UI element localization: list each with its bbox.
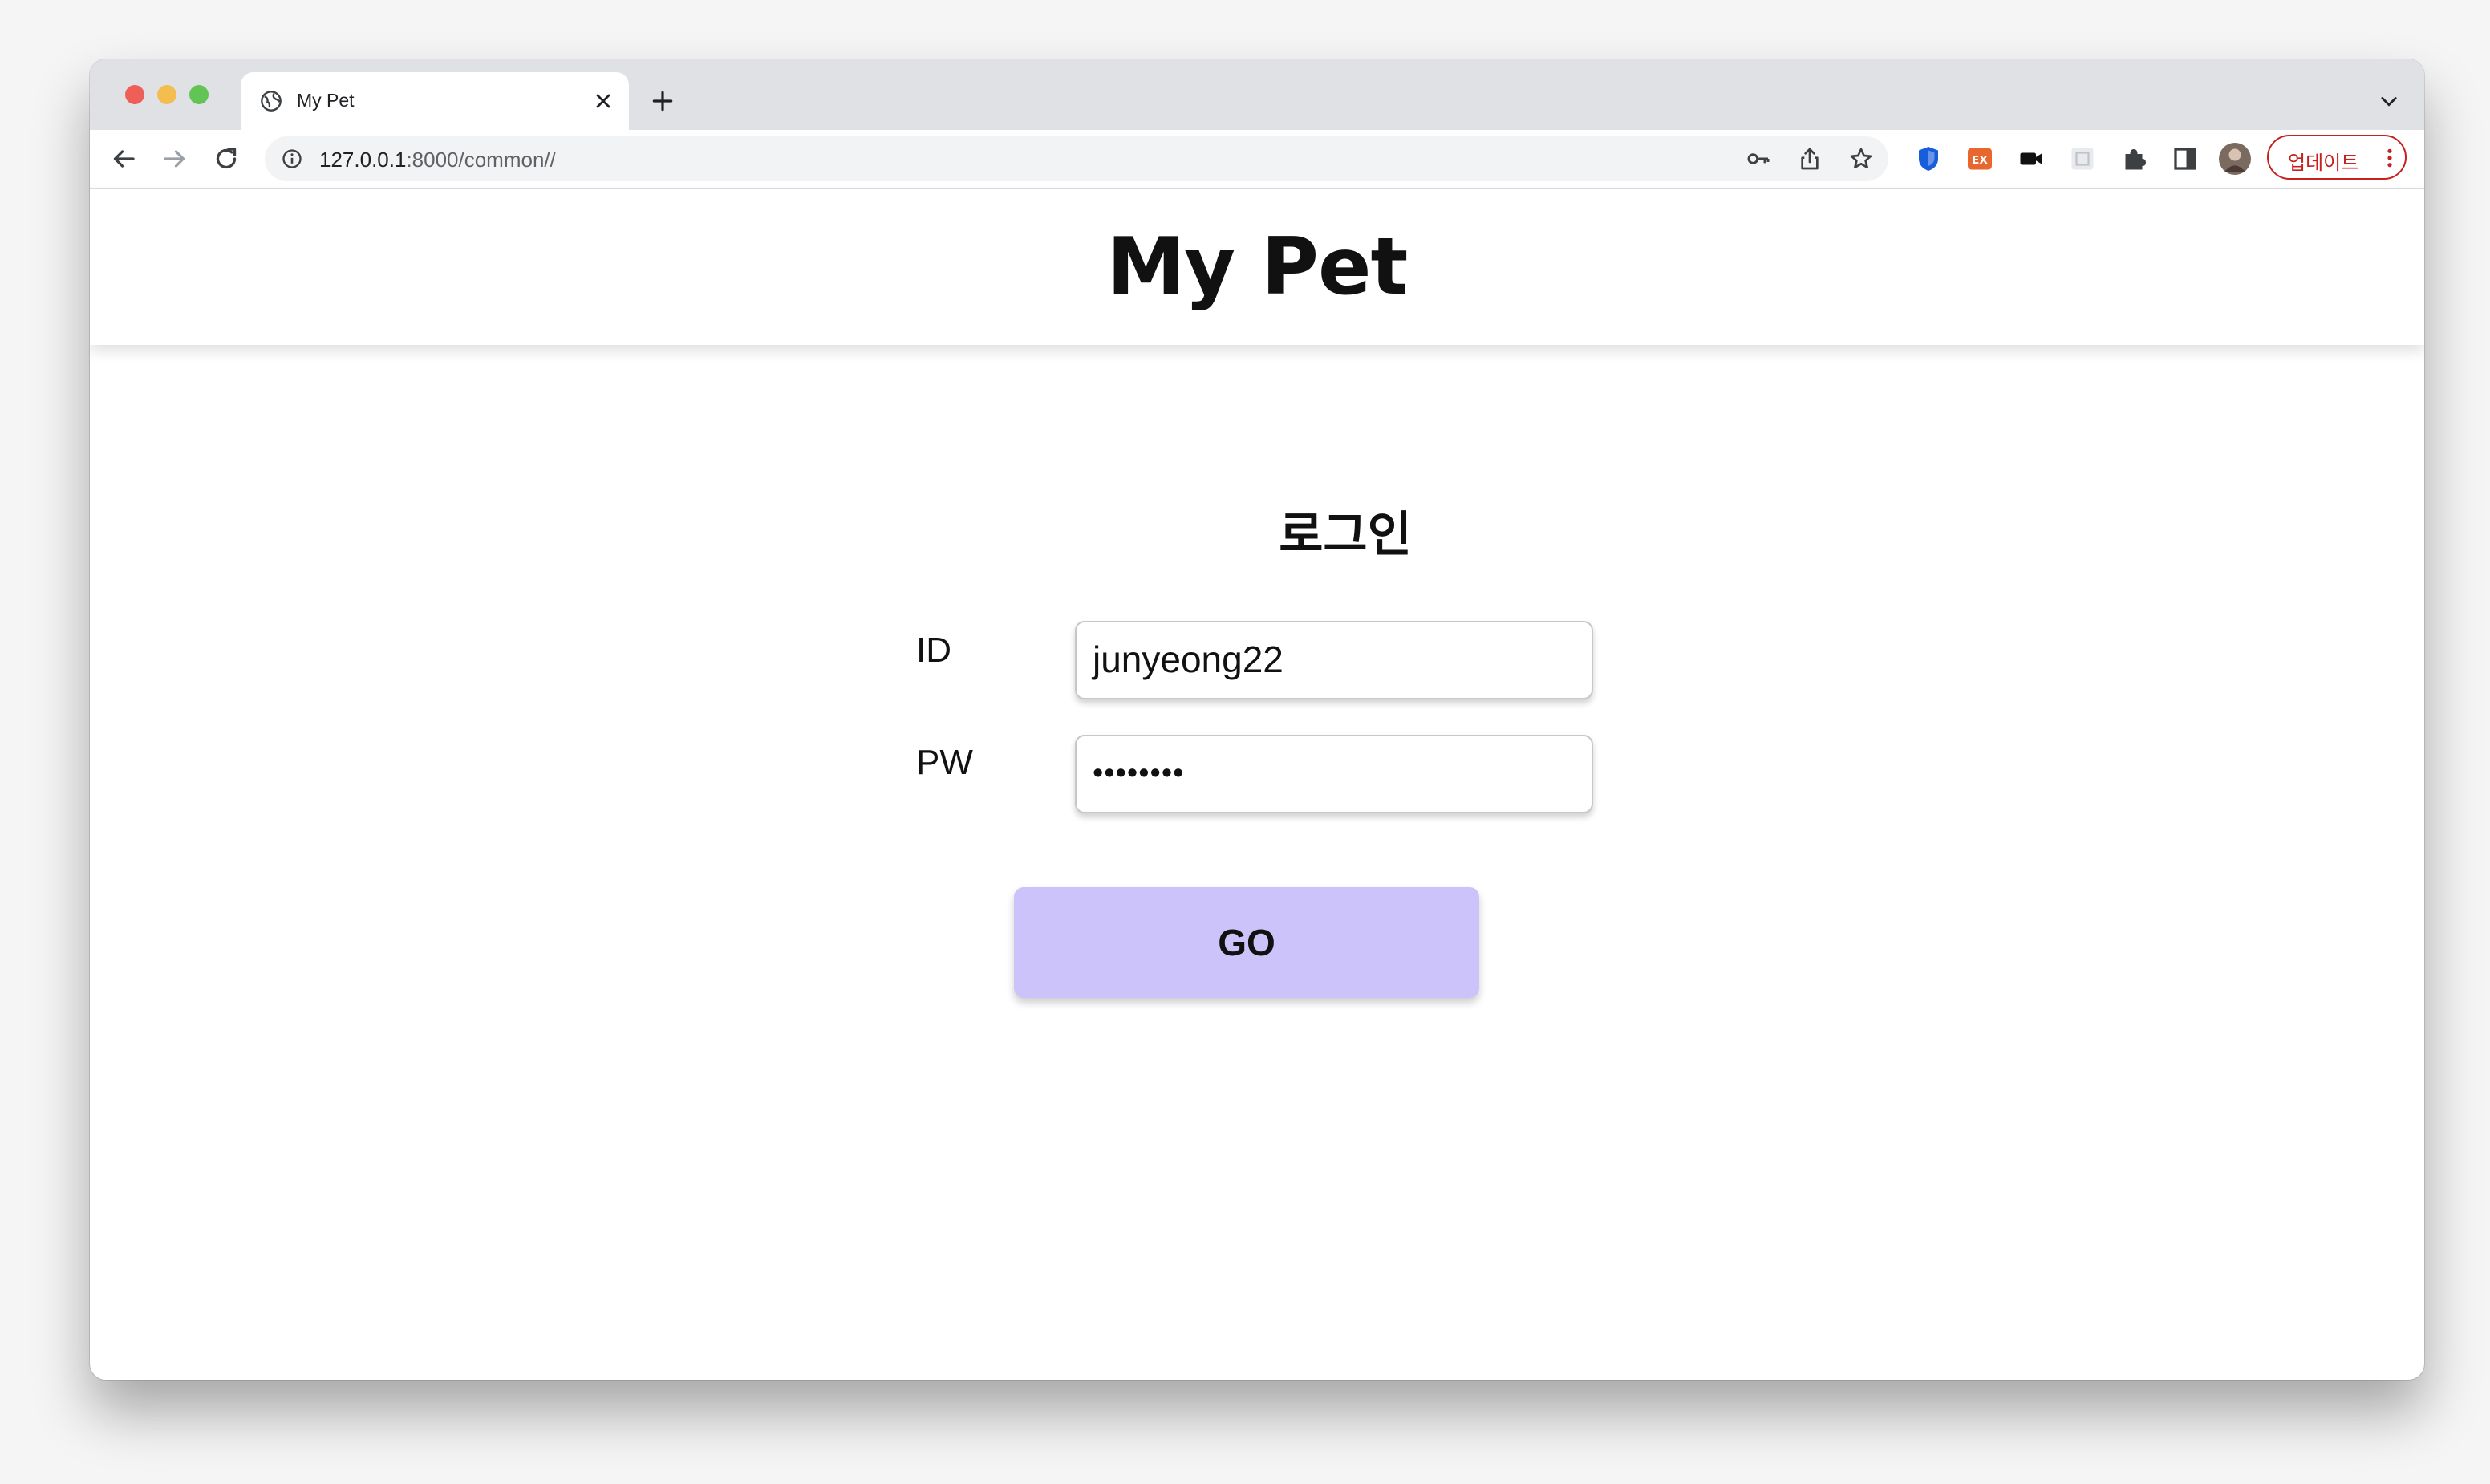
go-button[interactable]: GO — [1014, 887, 1479, 998]
grid-extension-icon[interactable] — [2068, 144, 2097, 173]
close-icon[interactable] — [592, 90, 614, 112]
login-heading: 로그인 — [1279, 507, 1412, 563]
share-icon[interactable] — [1797, 146, 1823, 172]
password-input[interactable]: •••••••• — [1075, 735, 1593, 813]
video-camera-icon[interactable] — [2017, 144, 2046, 173]
close-window-button[interactable] — [125, 85, 144, 104]
plus-icon[interactable] — [650, 88, 675, 114]
id-label: ID — [916, 630, 951, 670]
minimize-window-button[interactable] — [157, 85, 176, 104]
zoom-window-button[interactable] — [189, 85, 209, 104]
globe-icon — [261, 91, 282, 112]
tab-strip: My Pet — [90, 59, 2424, 130]
url-path: :8000/common// — [406, 148, 556, 172]
url-host: 127.0.0.1 — [319, 148, 407, 172]
id-input[interactable]: junyeong22 — [1075, 621, 1593, 699]
update-button[interactable]: 업데이트 — [2267, 135, 2407, 180]
key-icon[interactable] — [1746, 146, 1771, 172]
browser-toolbar: 127.0.0.1:8000/common// EX 업데이트 — [90, 130, 2424, 189]
url-text[interactable]: 127.0.0.1:8000/common// — [319, 148, 556, 172]
tab-title: My Pet — [297, 90, 355, 111]
star-icon[interactable] — [1848, 146, 1874, 172]
avatar[interactable] — [2219, 143, 2251, 175]
chevron-down-icon[interactable] — [2378, 90, 2400, 112]
pw-label: PW — [916, 743, 973, 782]
info-icon[interactable] — [281, 148, 303, 170]
more-vert-icon — [2387, 148, 2392, 168]
puzzle-icon[interactable] — [2119, 144, 2148, 173]
site-header: My Pet — [90, 189, 2424, 345]
reload-icon[interactable] — [212, 144, 241, 173]
ex-extension-icon[interactable]: EX — [1965, 144, 1994, 173]
back-arrow-icon[interactable] — [109, 144, 138, 173]
address-bar[interactable]: 127.0.0.1:8000/common// — [265, 136, 1888, 181]
forward-arrow-icon[interactable] — [160, 144, 189, 173]
site-title: My Pet — [1106, 221, 1409, 313]
tab-my-pet[interactable]: My Pet — [241, 72, 629, 130]
update-label: 업데이트 — [2288, 152, 2359, 174]
bitwarden-shield-icon[interactable] — [1914, 144, 1943, 173]
side-panel-icon[interactable] — [2171, 144, 2200, 173]
svg-text:EX: EX — [1972, 154, 1988, 167]
browser-window: My Pet 127.0.0.1:8000/common// EX 업데이트 M… — [90, 59, 2424, 1380]
